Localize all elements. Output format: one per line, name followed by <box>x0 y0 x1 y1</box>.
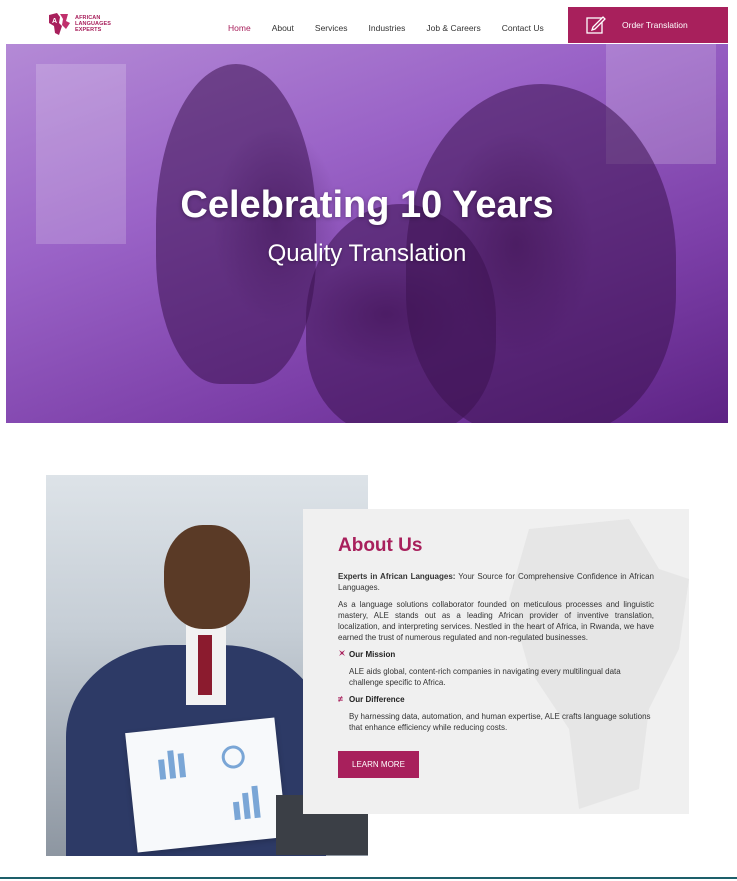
difference-title: Our Difference <box>349 694 405 704</box>
order-translation-button[interactable]: Order Translation <box>568 7 728 43</box>
hero-banner: Celebrating 10 Years Quality Translation <box>6 44 728 423</box>
edit-icon <box>586 16 606 34</box>
order-translation-label: Order Translation <box>622 20 688 30</box>
hero-title: Celebrating 10 Years <box>180 184 554 226</box>
nav-job-careers[interactable]: Job & Careers <box>426 23 480 33</box>
nav-about[interactable]: About <box>272 23 294 33</box>
about-intro: Experts in African Languages: Your Sourc… <box>338 571 654 593</box>
difference-title-row: ≠ Our Difference <box>338 694 654 704</box>
footer-divider <box>0 877 737 879</box>
mission-title: Our Mission <box>349 649 396 659</box>
not-equal-icon: ≠ <box>338 694 343 704</box>
mission-text: ALE aids global, content-rich companies … <box>349 667 621 687</box>
site-header: A AFRICAN LANGUAGES EXPERTS Home About S… <box>0 0 737 44</box>
about-paragraph: As a language solutions collaborator fou… <box>338 600 654 642</box>
difference-text: By harnessing data, automation, and huma… <box>349 712 651 732</box>
photo-tie-shape <box>198 635 212 695</box>
photo-document-shape <box>125 717 287 853</box>
logo[interactable]: A AFRICAN LANGUAGES EXPERTS <box>46 10 116 38</box>
hero-subtitle: Quality Translation <box>267 240 467 267</box>
photo-head-shape <box>164 525 250 629</box>
learn-more-button[interactable]: LEARN MORE <box>338 751 419 778</box>
main-nav: Home About Services Industries Job & Car… <box>228 23 565 33</box>
nav-contact-us[interactable]: Contact Us <box>502 23 544 33</box>
africa-logo-icon: A <box>49 13 70 35</box>
about-card: About Us Experts in African Languages: Y… <box>303 509 689 814</box>
mission-icon <box>338 649 346 659</box>
nav-home[interactable]: Home <box>228 23 251 33</box>
svg-text:A: A <box>52 18 57 25</box>
logo-text: AFRICAN LANGUAGES EXPERTS <box>75 15 111 33</box>
mission-title-row: Our Mission <box>338 649 654 659</box>
logo-text-line: EXPERTS <box>75 27 102 33</box>
about-intro-bold: Experts in African Languages: <box>338 572 456 581</box>
nav-industries[interactable]: Industries <box>369 23 406 33</box>
chart-document-icon <box>158 745 261 821</box>
about-heading: About Us <box>338 535 423 556</box>
nav-services[interactable]: Services <box>315 23 348 33</box>
